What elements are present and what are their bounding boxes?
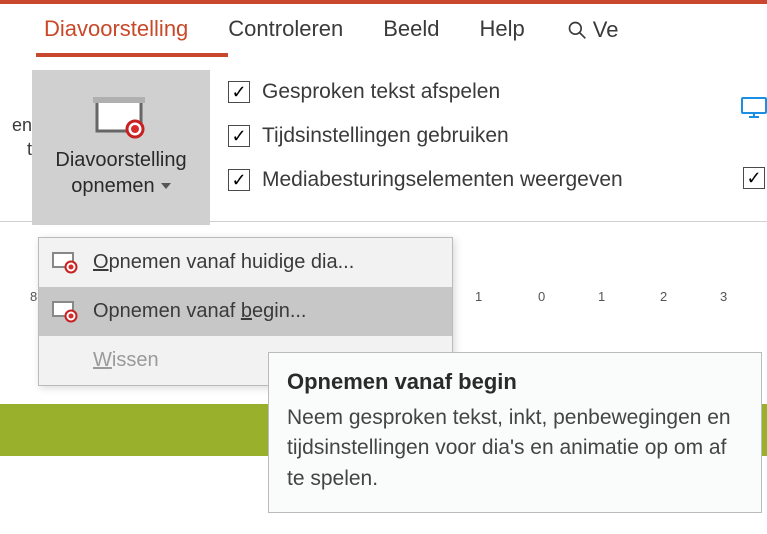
- ribbon-tabs: Diavoorstelling Controleren Beeld Help V…: [0, 4, 767, 57]
- blank-icon: [51, 349, 79, 373]
- menu-item-label: Opnemen vanaf huidige dia...: [93, 251, 354, 274]
- checkbox-use-timings[interactable]: ✓ Tijdsinstellingen gebruiken: [228, 124, 623, 148]
- checkbox-label: Tijdsinstellingen gebruiken: [262, 124, 509, 148]
- search-text: Ve: [593, 17, 619, 43]
- menu-record-from-current[interactable]: Opnemen vanaf huidige dia...: [39, 238, 452, 287]
- tooltip-body: Neem gesproken tekst, inkt, penbeweginge…: [287, 403, 743, 494]
- record-slideshow-label: Diavoorstelling opnemen: [55, 147, 186, 199]
- record-slideshow-icon: [91, 97, 151, 139]
- record-from-beginning-icon: [51, 300, 79, 324]
- checkbox-group: ✓ Gesproken tekst afspelen ✓ Tijdsinstel…: [210, 70, 623, 192]
- record-slideshow-button[interactable]: Diavoorstelling opnemen: [32, 70, 210, 225]
- tab-slideshow[interactable]: Diavoorstelling: [38, 8, 194, 52]
- partial-left-label: en t: [0, 70, 32, 225]
- checkbox-icon: ✓: [228, 81, 250, 103]
- tab-review[interactable]: Controleren: [222, 8, 349, 52]
- checkbox-partial-right[interactable]: ✓: [743, 167, 765, 189]
- tab-help[interactable]: Help: [474, 8, 531, 52]
- tooltip: Opnemen vanaf begin Neem gesproken tekst…: [268, 352, 762, 513]
- right-partial-controls: ✓: [741, 97, 767, 189]
- checkbox-icon: ✓: [228, 125, 250, 147]
- menu-item-label: Opnemen vanaf begin...: [93, 300, 306, 323]
- tooltip-title: Opnemen vanaf begin: [287, 369, 743, 395]
- monitor-icon: [741, 97, 767, 119]
- search-box[interactable]: Ve: [567, 17, 619, 43]
- tab-view[interactable]: Beeld: [377, 8, 445, 52]
- checkbox-label: Gesproken tekst afspelen: [262, 80, 500, 104]
- menu-record-from-beginning[interactable]: Opnemen vanaf begin...: [39, 287, 452, 336]
- chevron-down-icon: [161, 183, 171, 189]
- checkbox-icon: ✓: [228, 169, 250, 191]
- checkbox-play-narrations[interactable]: ✓ Gesproken tekst afspelen: [228, 80, 623, 104]
- search-icon: [567, 20, 587, 40]
- ribbon-content: en t Diavoorstelling opnemen ✓ Gesproken…: [0, 57, 767, 222]
- checkbox-label: Mediabesturingselementen weergeven: [262, 168, 623, 192]
- record-from-current-icon: [51, 251, 79, 275]
- checkbox-show-media-controls[interactable]: ✓ Mediabesturingselementen weergeven: [228, 168, 623, 192]
- menu-item-label: Wissen: [93, 349, 159, 372]
